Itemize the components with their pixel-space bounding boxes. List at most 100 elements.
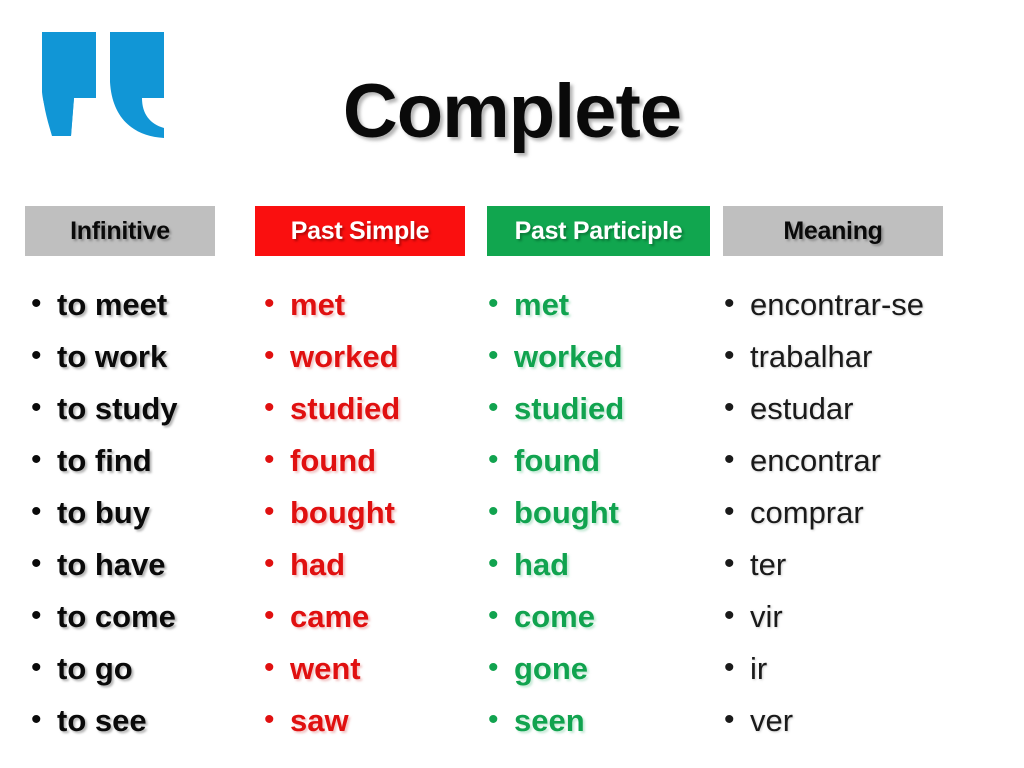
verb-meaning: ver [750, 702, 794, 738]
list-item: • saw [258, 694, 478, 746]
bullet-icon: • [264, 651, 275, 684]
column-header-label: Past Simple [290, 216, 430, 245]
list-item: • ir [718, 642, 1008, 694]
list-item: • to work [25, 330, 250, 382]
list-item: • met [482, 278, 712, 330]
list-item: • worked [482, 330, 712, 382]
bullet-icon: • [724, 547, 735, 580]
verb-infinitive: to study [57, 390, 178, 426]
bullet-icon: • [488, 495, 499, 528]
list-item: • encontrar-se [718, 278, 1008, 330]
list-item: • studied [258, 382, 478, 434]
verb-meaning: estudar [750, 390, 854, 426]
verb-past-participle: studied [514, 390, 625, 426]
verb-past-participle: bought [514, 494, 620, 530]
bullet-icon: • [488, 391, 499, 424]
bullet-icon: • [31, 391, 42, 424]
bullet-icon: • [264, 443, 275, 476]
bullet-icon: • [724, 443, 735, 476]
list-item: • came [258, 590, 478, 642]
list-item: • to see [25, 694, 250, 746]
bullet-icon: • [264, 495, 275, 528]
verb-meaning: encontrar-se [750, 286, 925, 322]
list-item: • seen [482, 694, 712, 746]
list-item: • to go [25, 642, 250, 694]
verb-past-simple: came [290, 598, 370, 634]
list-item: • to come [25, 590, 250, 642]
verb-past-participle: met [514, 286, 570, 322]
bullet-icon: • [31, 547, 42, 580]
verb-past-simple: had [290, 546, 346, 582]
verb-past-simple: met [290, 286, 346, 322]
list-item: • bought [482, 486, 712, 538]
bullet-icon: • [264, 391, 275, 424]
list-item: • gone [482, 642, 712, 694]
list-item: • vir [718, 590, 1008, 642]
verb-infinitive: to come [57, 598, 176, 634]
bullet-icon: • [264, 339, 275, 372]
verb-past-participle: seen [514, 702, 585, 738]
page-title: Complete [342, 69, 682, 154]
bullet-icon: • [724, 703, 735, 736]
bullet-icon: • [724, 391, 735, 424]
verb-past-simple: found [290, 442, 377, 478]
bullet-icon: • [264, 287, 275, 320]
verb-meaning: trabalhar [750, 338, 873, 374]
verb-past-participle: worked [514, 338, 623, 374]
bullet-icon: • [264, 547, 275, 580]
bullet-icon: • [31, 339, 42, 372]
column-header-infinitive: Infinitive [25, 206, 215, 256]
verb-past-participle: gone [514, 650, 589, 686]
column-infinitive: • to meet • to work • to study • to find • to… [25, 278, 250, 746]
bullet-icon: • [31, 495, 42, 528]
verb-past-participle: come [514, 598, 595, 634]
verb-past-simple: bought [290, 494, 396, 530]
verb-infinitive: to find [57, 442, 152, 478]
verb-past-simple: went [290, 650, 361, 686]
list-item: • went [258, 642, 478, 694]
column-header-past-simple: Past Simple [255, 206, 465, 256]
bullet-icon: • [724, 651, 735, 684]
list-item: • worked [258, 330, 478, 382]
bullet-icon: • [488, 703, 499, 736]
bullet-icon: • [488, 651, 499, 684]
slide-canvas: Complete Infinitive Past Simple Past Par… [0, 0, 1024, 768]
list-item: • ver [718, 694, 1008, 746]
column-header-meaning: Meaning [723, 206, 943, 256]
verb-past-simple: saw [290, 702, 349, 738]
list-item: • studied [482, 382, 712, 434]
list-item: • to buy [25, 486, 250, 538]
column-header-label: Past Participle [514, 216, 683, 245]
bullet-icon: • [488, 339, 499, 372]
column-header-label: Infinitive [70, 216, 170, 245]
list-item: • bought [258, 486, 478, 538]
list-item: • estudar [718, 382, 1008, 434]
verb-infinitive: to work [57, 338, 168, 374]
verb-past-simple: worked [290, 338, 399, 374]
verb-meaning: comprar [750, 494, 864, 530]
bullet-icon: • [31, 599, 42, 632]
bullet-icon: • [31, 443, 42, 476]
bullet-icon: • [264, 599, 275, 632]
bullet-icon: • [724, 287, 735, 320]
bullet-icon: • [488, 599, 499, 632]
bullet-icon: • [31, 287, 42, 320]
verb-infinitive: to have [57, 546, 166, 582]
list-item: • comprar [718, 486, 1008, 538]
column-past-participle: • met • worked • studied • found • bought • ha… [482, 278, 712, 746]
verb-meaning: ir [750, 650, 768, 686]
bullet-icon: • [31, 651, 42, 684]
list-item: • found [482, 434, 712, 486]
column-header-label: Meaning [783, 216, 883, 245]
list-item: • trabalhar [718, 330, 1008, 382]
column-meaning: • encontrar-se • trabalhar • estudar • encon… [718, 278, 1008, 746]
list-item: • to have [25, 538, 250, 590]
list-item: • found [258, 434, 478, 486]
list-item: • encontrar [718, 434, 1008, 486]
verb-past-participle: found [514, 442, 601, 478]
bullet-icon: • [488, 287, 499, 320]
column-past-simple: • met • worked • studied • found • bought • ha… [258, 278, 478, 746]
list-item: • come [482, 590, 712, 642]
verb-meaning: ter [750, 546, 787, 582]
verb-infinitive: to buy [57, 494, 150, 530]
